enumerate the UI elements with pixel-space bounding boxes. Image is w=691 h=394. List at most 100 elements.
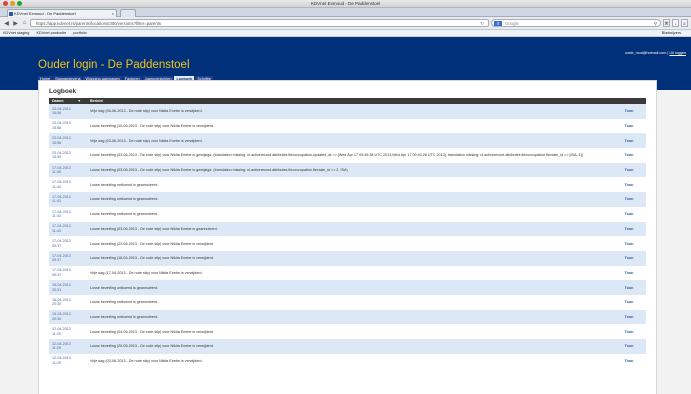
sort-down-icon[interactable]: ▼	[77, 99, 80, 103]
row-date: 17-04-2013 11:44	[52, 180, 71, 189]
row-message: Losse bezetting (22-06-2013 - De rode st…	[90, 241, 215, 246]
browser-tab[interactable]: KDVnet Exmoud - De Paddenstoel ×	[7, 9, 117, 17]
toon-link[interactable]: Toon	[612, 266, 646, 281]
table-row: 17-04-2013 11:43 Losse bezetting ontkoend …	[49, 192, 646, 207]
page-title: Ouder login - De Paddenstoel	[38, 59, 190, 71]
close-tab-icon[interactable]: ×	[112, 10, 114, 17]
row-date: 15-04-2013 20:30	[52, 297, 71, 307]
browser-window: KDVnet Exmoud - De Paddenstoel KDVnet Ex…	[0, 0, 691, 394]
table-row: 23-04-2013 15:58 Losse bezetting (10-06-20…	[49, 118, 646, 134]
bookmark-portfolio[interactable]: portfolio	[73, 31, 87, 35]
forward-arrow-icon[interactable]: ▶	[12, 20, 19, 27]
toon-link[interactable]: Toon	[612, 251, 646, 266]
bookmark-kdvnet-productie[interactable]: KDVnet productie	[36, 31, 66, 35]
window-title: KDVnet Exmoud - De Paddenstoel	[310, 1, 381, 6]
menu-icon[interactable]: ≡	[681, 19, 688, 27]
addon-icon[interactable]: ⌘	[663, 19, 670, 27]
toon-link[interactable]: Toon	[612, 324, 646, 339]
table-row: 17-04-2013 05:37 Losse bezetting (22-06-20…	[49, 236, 646, 251]
row-message: Vrije dag (17-04-2013 - De rode stip) vo…	[90, 270, 203, 275]
row-message: Losse bezetting (03-06-2013 - De rode st…	[90, 153, 584, 158]
table-row: 17-04-2013 05:37 Vrije dag (17-04-2013 - D…	[49, 265, 646, 281]
toon-link[interactable]: Toon	[612, 148, 646, 163]
row-date: 12-04-2013 11:29	[52, 341, 71, 351]
new-tab-button[interactable]	[120, 9, 136, 17]
toon-link[interactable]: Toon	[612, 339, 646, 354]
google-icon: g	[494, 21, 502, 26]
toon-link[interactable]: Toon	[612, 236, 646, 251]
row-date: 17-04-2013 11:43	[52, 209, 71, 219]
row-message: Losse bezetting ontkoend is geannuleerd.	[90, 300, 159, 305]
content-panel: Logboek Datum ▼ Bericht 23-04-2013 15:58 Vr…	[38, 80, 657, 394]
table-row: 15-04-2013 20:30 Losse bezetting ontkoend …	[49, 294, 646, 310]
download-icon[interactable]: ↓	[672, 19, 679, 27]
user-email: uncle_mud@hotmail.com	[624, 51, 667, 55]
browser-tabbar: KDVnet Exmoud - De Paddenstoel ×	[0, 8, 691, 17]
row-date: 17-04-2013 05:37	[52, 238, 71, 248]
bookmarks-bar: KDVnet staging KDVnet productie portfoli…	[0, 30, 691, 37]
toon-link[interactable]: Toon	[612, 222, 646, 237]
toon-link[interactable]: Toon	[612, 192, 646, 207]
table-row: 15-04-2013 20:30 Losse bezetting ontkoend …	[49, 309, 646, 325]
panel-title: Logboek	[49, 88, 77, 95]
url-text: https://app.kdvnet.nl/parents/locations/…	[36, 21, 162, 26]
row-date: 12-04-2013 11:29	[52, 327, 71, 336]
log-table-body: 23-04-2013 15:58 Vrije dag (06-06-2013 - D…	[49, 104, 646, 369]
row-date: 15-04-2013 20:31	[52, 283, 71, 292]
toon-link[interactable]: Toon	[612, 119, 646, 134]
toon-link[interactable]: Toon	[612, 354, 646, 369]
table-row: 17-04-2013 11:43 Losse bezetting (03-06-20…	[49, 221, 646, 237]
row-message: Vrije dag (03-06-2013 - De rode stip) vo…	[90, 359, 203, 364]
back-arrow-icon[interactable]: ◀	[3, 20, 10, 27]
toon-link[interactable]: Toon	[612, 310, 646, 325]
row-message: Losse bezetting ontkoend is geannuleerd.	[90, 212, 159, 217]
user-box: uncle_mud@hotmail.com | Uit loggen	[625, 51, 686, 55]
row-message: Losse bezetting (04-06-2013 - De rode st…	[90, 329, 215, 334]
search-field[interactable]: g Google ⚲	[491, 19, 661, 27]
toon-link[interactable]: Toon	[612, 104, 646, 119]
favicon-icon	[9, 12, 13, 16]
table-row: 17-04-2013 11:43 Losse bezetting ontkoend …	[49, 206, 646, 222]
bookmarks-menu[interactable]: Bladwijzers	[662, 30, 681, 37]
row-date: 17-04-2013 11:43	[52, 224, 71, 233]
row-date: 23-04-2013 15:58	[52, 106, 71, 116]
row-date: 17-04-2013 05:37	[52, 253, 71, 263]
search-icon[interactable]: ⚲	[654, 20, 657, 27]
log-table: Datum ▼ Bericht 23-04-2013 15:58 Vrije dag …	[49, 98, 646, 369]
row-date: 17-04-2013 05:37	[52, 268, 71, 277]
toon-link[interactable]: Toon	[612, 295, 646, 310]
row-message: Vrije dag (06-06-2013 - De rode stip) vo…	[90, 109, 203, 114]
toon-link[interactable]: Toon	[612, 207, 646, 222]
table-row: 17-04-2013 05:37 Losse bezetting (16-04-20…	[49, 250, 646, 266]
url-field[interactable]: https://app.kdvnet.nl/parents/locations/…	[30, 19, 489, 27]
row-message: Losse bezetting (10-06-2013 - De rode st…	[90, 124, 215, 129]
row-message: Losse bezetting (20-05-2013 - De rode st…	[90, 344, 215, 349]
table-row: 17-04-2013 11:45 Losse bezetting (03-06-20…	[49, 162, 646, 178]
bookmark-kdvnet-staging[interactable]: KDVnet staging	[3, 31, 29, 35]
row-date: 23-04-2013 15:58	[52, 121, 71, 131]
reload-icon[interactable]: ↻	[480, 20, 484, 27]
toon-link[interactable]: Toon	[612, 133, 646, 148]
table-row: 12-04-2013 11:29 Vrije dag (03-06-2013 - D…	[49, 353, 646, 369]
row-date: 23-04-2013 15:59	[52, 150, 71, 160]
logout-link[interactable]: Uit loggen	[669, 51, 686, 55]
row-date: 17-04-2013 11:45	[52, 165, 71, 175]
browser-tab-label: KDVnet Exmoud - De Paddenstoel	[14, 11, 76, 16]
row-message: Losse bezetting ontkoend is geannuleerd.	[90, 182, 159, 187]
row-date: 23-04-2013 15:58	[52, 136, 71, 145]
row-date: 17-04-2013 11:43	[52, 194, 71, 204]
toon-link[interactable]: Toon	[612, 280, 646, 295]
toon-link[interactable]: Toon	[612, 177, 646, 192]
row-message: Losse bezetting ontkoend is geannuleerd.	[90, 197, 159, 202]
search-placeholder: Google	[505, 21, 519, 26]
window-titlebar: KDVnet Exmoud - De Paddenstoel	[0, 0, 691, 8]
home-icon[interactable]: ⌂	[21, 20, 28, 26]
row-message: Losse bezetting ontkoend is geannuleerd.	[90, 285, 159, 290]
table-row: 23-04-2013 15:58 Vrije dag (06-06-2013 - D…	[49, 104, 646, 119]
table-row: 17-04-2013 11:44 Losse bezetting ontkoend …	[49, 177, 646, 193]
table-row: 12-04-2013 11:29 Losse bezetting (20-05-20…	[49, 339, 646, 354]
table-row: 23-04-2013 15:58 Vrije dag (03-06-2013 - D…	[49, 133, 646, 149]
row-date: 12-04-2013 11:29	[52, 356, 71, 366]
table-row: 12-04-2013 11:29 Losse bezetting (04-06-20…	[49, 324, 646, 339]
toon-link[interactable]: Toon	[612, 163, 646, 178]
